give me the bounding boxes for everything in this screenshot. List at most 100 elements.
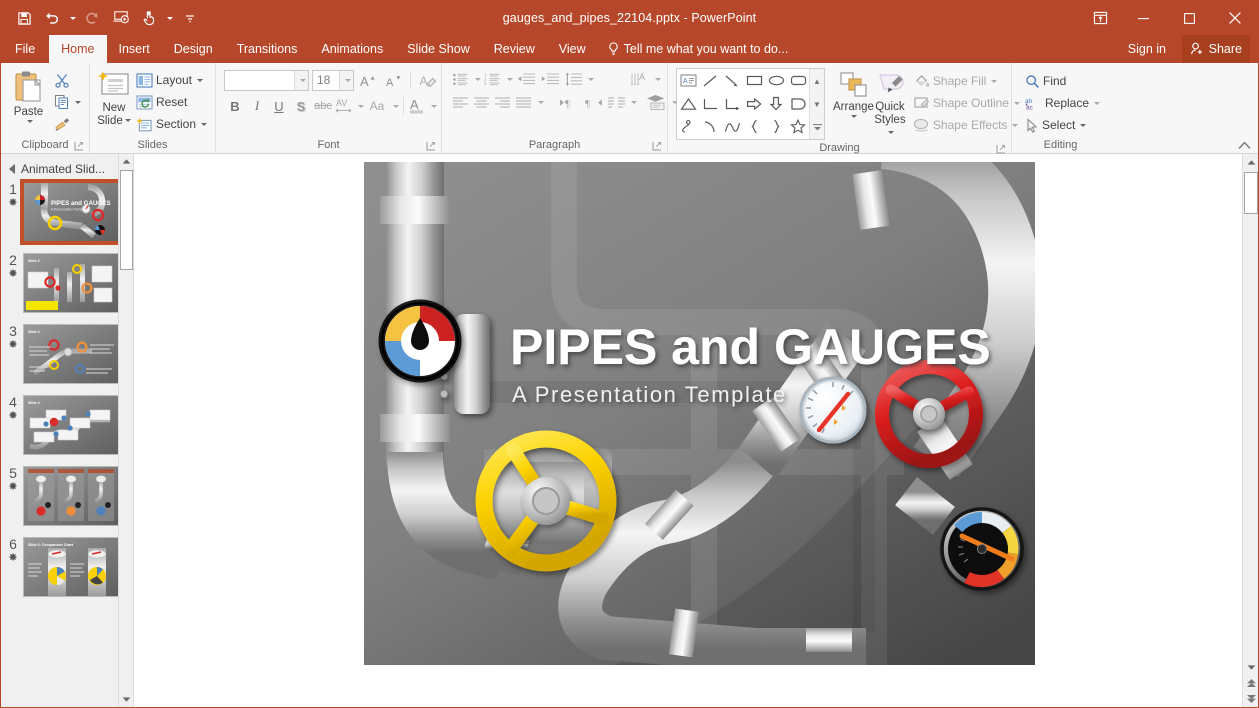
- justify-dropdown-icon[interactable]: [534, 92, 545, 113]
- thumbnail-item-5[interactable]: 5 ✸: [1, 466, 133, 526]
- touch-mouse-mode-dropdown-icon[interactable]: [164, 6, 175, 30]
- line-spacing-button[interactable]: [562, 69, 584, 90]
- animation-star-icon[interactable]: ✸: [3, 481, 23, 494]
- section-dropdown-icon[interactable]: [201, 123, 207, 126]
- shape-left-brace[interactable]: [743, 115, 765, 138]
- thumbnail-preview-6[interactable]: Slide 6: Comparison Chart: [23, 537, 119, 597]
- ltr-text-direction-button[interactable]: ¶: [557, 92, 581, 113]
- quick-styles-button[interactable]: Quick Styles: [874, 68, 906, 140]
- reset-button[interactable]: Reset: [133, 91, 210, 113]
- justify-button[interactable]: [513, 92, 534, 113]
- thumbnail-item-2[interactable]: 2 ✸: [1, 253, 133, 313]
- tab-insert[interactable]: Insert: [107, 35, 162, 63]
- bold-button[interactable]: B: [224, 95, 246, 117]
- strikethrough-button[interactable]: abc: [312, 95, 334, 117]
- thumbnail-preview-5[interactable]: [23, 466, 119, 526]
- change-case-dropdown-icon[interactable]: [389, 96, 400, 117]
- tell-me-search[interactable]: Tell me what you want to do...: [598, 35, 789, 63]
- convert-to-smartart-button[interactable]: [644, 92, 668, 113]
- numbering-dropdown-icon[interactable]: [503, 69, 514, 90]
- slide-canvas[interactable]: PIPES and GAUGES A Presentation Template: [364, 162, 1035, 665]
- font-color-button[interactable]: A: [407, 95, 427, 117]
- layout-button[interactable]: Layout: [133, 69, 210, 91]
- character-spacing-dropdown-icon[interactable]: [354, 96, 365, 117]
- shape-fill-button[interactable]: Shape Fill: [910, 70, 1023, 92]
- thumbnail-item-1[interactable]: 1 ✸: [1, 182, 133, 242]
- animation-star-icon[interactable]: ✸: [3, 268, 23, 281]
- select-dropdown-icon[interactable]: [1080, 124, 1086, 127]
- section-collapse-icon[interactable]: [9, 164, 15, 174]
- animation-star-icon[interactable]: ✸: [3, 339, 23, 352]
- thumbnail-preview-2[interactable]: Slide 2: [23, 253, 119, 313]
- save-icon[interactable]: [11, 6, 37, 30]
- bullets-dropdown-icon[interactable]: [471, 69, 482, 90]
- shapes-scroll-down-icon[interactable]: ▼: [811, 94, 824, 114]
- shape-line[interactable]: [699, 69, 721, 92]
- columns-dropdown-icon[interactable]: [627, 92, 638, 113]
- redo-icon[interactable]: [80, 6, 106, 30]
- quick-styles-dropdown-icon[interactable]: [888, 131, 894, 134]
- shape-arc[interactable]: [699, 115, 721, 138]
- thumbnail-scroll-up-icon[interactable]: [119, 154, 134, 169]
- undo-dropdown-icon[interactable]: [67, 6, 78, 30]
- shape-rounded-rectangle[interactable]: [787, 69, 809, 92]
- thumbnail-item-6[interactable]: 6 ✸ Sl: [1, 537, 133, 597]
- thumbnail-preview-4[interactable]: Slide 4: [23, 395, 119, 455]
- shapes-more-icon[interactable]: [811, 117, 824, 137]
- tab-home[interactable]: Home: [49, 35, 106, 63]
- shape-effects-button[interactable]: Shape Effects: [910, 114, 1023, 136]
- shape-outline-button[interactable]: Shape Outline: [910, 92, 1023, 114]
- clear-formatting-button[interactable]: A: [417, 69, 439, 91]
- customize-quick-access-toolbar-icon[interactable]: [177, 6, 203, 30]
- increase-font-size-button[interactable]: A: [357, 69, 379, 91]
- copy-dropdown-icon[interactable]: [75, 101, 81, 104]
- align-right-button[interactable]: [492, 92, 513, 113]
- numbering-button[interactable]: 123: [482, 69, 503, 90]
- tab-file[interactable]: File: [1, 35, 49, 63]
- cut-button[interactable]: [51, 69, 84, 91]
- copy-button[interactable]: [51, 91, 84, 113]
- find-button[interactable]: Find: [1022, 70, 1103, 92]
- new-slide-button[interactable]: New Slide: [95, 67, 133, 128]
- thumbnail-preview-3[interactable]: Slide 3: [23, 324, 119, 384]
- animation-star-icon[interactable]: ✸: [3, 197, 23, 210]
- previous-slide-icon[interactable]: [1243, 675, 1259, 691]
- replace-button[interactable]: abac Replace: [1022, 92, 1103, 114]
- share-button[interactable]: Share: [1182, 35, 1250, 63]
- shape-right-arrow[interactable]: [743, 92, 765, 115]
- layout-dropdown-icon[interactable]: [197, 79, 203, 82]
- text-direction-dropdown-icon[interactable]: [651, 69, 662, 90]
- shape-oval[interactable]: [765, 69, 787, 92]
- arrange-button[interactable]: Arrange: [833, 68, 874, 118]
- shape-curve[interactable]: [721, 115, 743, 138]
- sign-in-button[interactable]: Sign in: [1128, 35, 1166, 63]
- minimize-button[interactable]: [1120, 1, 1166, 35]
- italic-button[interactable]: I: [246, 95, 268, 117]
- thumbnail-scroll-thumb[interactable]: [120, 170, 133, 270]
- text-shadow-button[interactable]: S: [290, 95, 312, 117]
- font-size-dropdown-icon[interactable]: [339, 71, 353, 90]
- line-spacing-dropdown-icon[interactable]: [584, 69, 595, 90]
- font-color-dropdown-icon[interactable]: [427, 96, 438, 117]
- text-direction-button[interactable]: A: [629, 69, 651, 90]
- thumbnail-item-4[interactable]: 4 ✸: [1, 395, 133, 455]
- tab-animations[interactable]: Animations: [309, 35, 395, 63]
- increase-indent-button[interactable]: [538, 69, 562, 90]
- section-header[interactable]: Animated Slid...: [1, 154, 133, 182]
- tab-design[interactable]: Design: [162, 35, 225, 63]
- rtl-text-direction-button[interactable]: ¶: [581, 92, 605, 113]
- format-painter-button[interactable]: [51, 113, 84, 135]
- font-name-combo[interactable]: [224, 70, 309, 91]
- decrease-indent-button[interactable]: [514, 69, 538, 90]
- shapes-scroll-up-icon[interactable]: ▲: [811, 71, 824, 91]
- select-button[interactable]: Select: [1022, 114, 1103, 136]
- clipboard-dialog-launcher[interactable]: [74, 141, 85, 152]
- collapse-ribbon-button[interactable]: [1238, 141, 1251, 150]
- decrease-font-size-button[interactable]: A: [382, 69, 404, 91]
- shapes-gallery[interactable]: A: [676, 68, 825, 140]
- paste-button[interactable]: Paste: [6, 67, 51, 123]
- shape-triangle[interactable]: [677, 92, 699, 115]
- close-button[interactable]: [1212, 1, 1258, 35]
- shape-down-arrow[interactable]: [765, 92, 787, 115]
- maximize-button[interactable]: [1166, 1, 1212, 35]
